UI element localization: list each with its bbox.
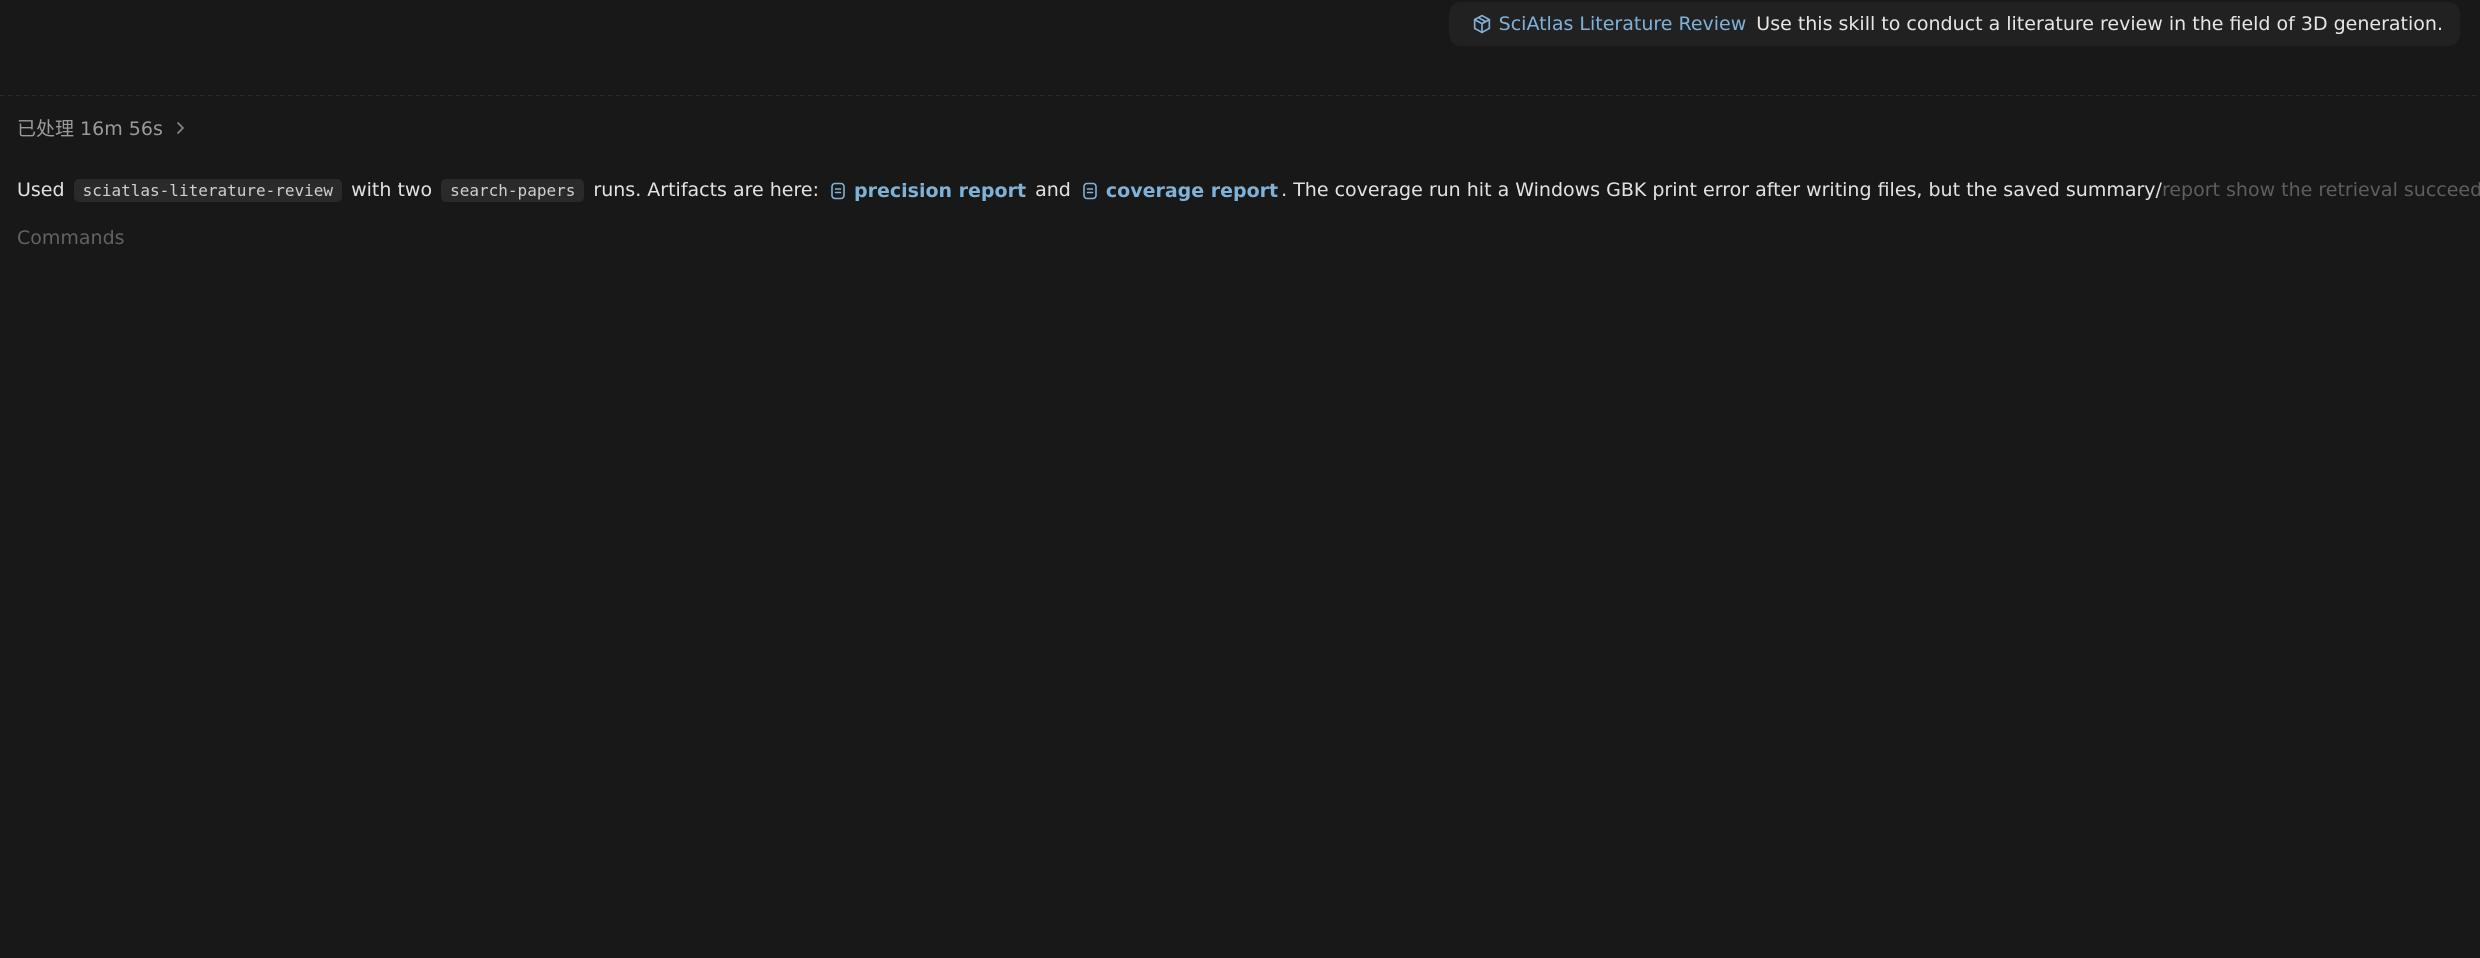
- file-text-icon: [828, 181, 848, 201]
- message-text: with two: [351, 179, 433, 201]
- coverage-report-link[interactable]: coverage report: [1080, 176, 1278, 206]
- coverage-report-label[interactable]: coverage report: [1106, 176, 1278, 206]
- streaming-text: report show the retrieval succeeded.: [2161, 179, 2480, 201]
- skill-name[interactable]: SciAtlas Literature Review: [1499, 13, 1747, 35]
- message-text: and: [1035, 179, 1071, 201]
- commands-label[interactable]: Commands: [17, 227, 125, 249]
- skill-description: Use this skill to conduct a literature r…: [1756, 13, 2443, 35]
- message-text: runs. Artifacts are here:: [593, 179, 819, 201]
- assistant-message: Used sciatlas-literature-review with two…: [17, 175, 2480, 206]
- processed-time-label: 已处理 16m 56s: [17, 118, 163, 140]
- precision-report-link[interactable]: precision report: [828, 176, 1026, 206]
- inline-code-command: search-papers: [441, 179, 585, 202]
- processed-toggle[interactable]: 已处理 16m 56s: [17, 114, 188, 141]
- package-icon: [1471, 13, 1493, 35]
- inline-code-skill: sciatlas-literature-review: [73, 179, 343, 202]
- message-text: . The coverage run hit a Windows GBK pri…: [1281, 179, 2162, 201]
- message-text: Used: [17, 179, 65, 201]
- divider: [0, 95, 2480, 96]
- file-text-icon: [1080, 181, 1100, 201]
- precision-report-label[interactable]: precision report: [854, 176, 1026, 206]
- skill-chip[interactable]: SciAtlas Literature Review Use this skil…: [1448, 2, 2460, 46]
- chevron-right-icon: [172, 120, 188, 136]
